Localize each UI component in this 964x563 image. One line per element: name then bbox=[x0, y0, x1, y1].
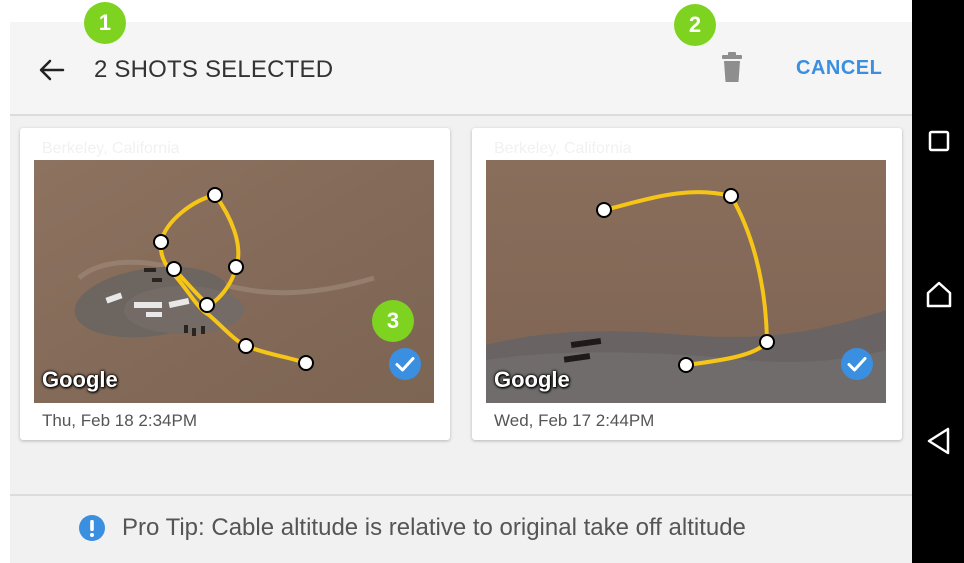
cancel-button[interactable]: CANCEL bbox=[796, 57, 882, 80]
info-icon bbox=[79, 515, 105, 541]
shot-card[interactable]: Berkeley, California bbox=[472, 128, 902, 440]
recents-square-icon[interactable] bbox=[924, 126, 954, 156]
selected-check-icon[interactable] bbox=[388, 347, 422, 381]
shot-date: Thu, Feb 18 2:34PM bbox=[42, 411, 197, 430]
annotation-badge: 2 bbox=[674, 4, 716, 46]
google-logo: Google bbox=[42, 367, 118, 392]
divider bbox=[10, 494, 912, 496]
trash-icon bbox=[722, 52, 742, 82]
shot-location: Berkeley, California bbox=[494, 140, 632, 157]
app-screen: 2 SHOTS SELECTED CANCEL Berkeley, Califo… bbox=[10, 22, 912, 563]
home-icon[interactable] bbox=[924, 280, 954, 310]
annotation-badge: 1 bbox=[84, 2, 126, 44]
shot-card[interactable]: Berkeley, California bbox=[20, 128, 450, 440]
system-navigation-bar bbox=[912, 0, 964, 563]
selection-toolbar: 2 SHOTS SELECTED CANCEL bbox=[10, 22, 912, 116]
google-logo: Google bbox=[494, 367, 570, 392]
selected-check-icon[interactable] bbox=[840, 347, 874, 381]
shot-date: Wed, Feb 17 2:44PM bbox=[494, 411, 655, 430]
shot-location: Berkeley, California bbox=[42, 140, 180, 157]
pro-tip-text: Pro Tip: Cable altitude is relative to o… bbox=[122, 514, 746, 541]
shot-thumbnail[interactable]: Google bbox=[486, 160, 886, 403]
pro-tip-bar: Pro Tip: Cable altitude is relative to o… bbox=[78, 514, 746, 542]
page-title: 2 SHOTS SELECTED bbox=[94, 56, 334, 83]
back-triangle-icon[interactable] bbox=[924, 426, 954, 456]
delete-button[interactable] bbox=[718, 52, 746, 84]
annotation-badge: 3 bbox=[372, 300, 414, 342]
shot-thumbnail[interactable]: Google bbox=[34, 160, 434, 403]
back-button[interactable] bbox=[36, 54, 68, 86]
arrow-left-icon bbox=[39, 59, 65, 81]
